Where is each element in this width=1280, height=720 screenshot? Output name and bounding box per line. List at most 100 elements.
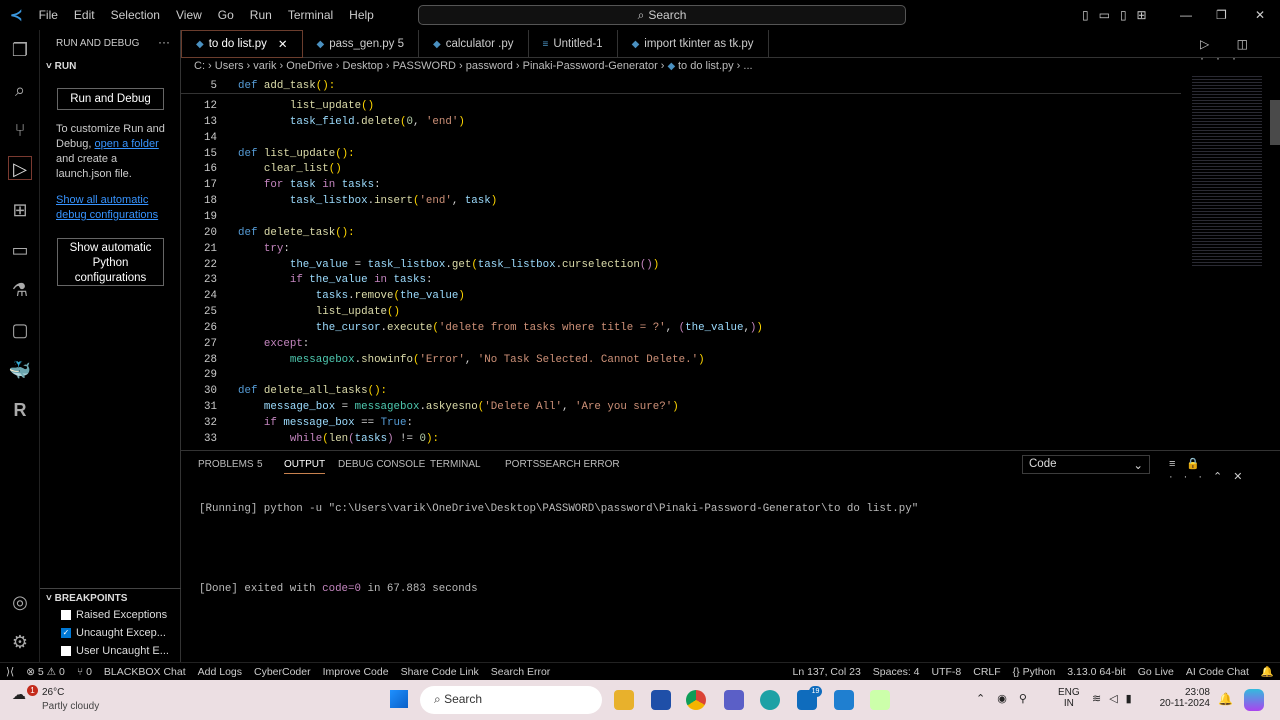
output-channel-select[interactable]: Code ⌄ xyxy=(1022,455,1150,474)
code-line[interactable]: 21 try: xyxy=(181,241,1181,257)
panel-tab-debug-console[interactable]: DEBUG CONSOLE xyxy=(338,459,425,470)
breadcrumb-path[interactable]: C: › Users › varik › OneDrive › Desktop … xyxy=(194,60,668,72)
status-item[interactable]: CyberCoder xyxy=(248,666,317,678)
code-line[interactable]: 16 clear_list() xyxy=(181,161,1181,177)
breadcrumb[interactable]: C: › Users › varik › OneDrive › Desktop … xyxy=(194,60,753,72)
system-tray-icons[interactable]: ⌃◉⚲ xyxy=(976,692,1039,705)
docker-icon[interactable]: 🐳 xyxy=(8,358,32,382)
chat-icon[interactable]: ▢ xyxy=(8,318,32,342)
tab-4[interactable]: ◆ import tkinter as tk.py xyxy=(618,30,769,58)
menu-selection[interactable]: Selection xyxy=(103,8,168,22)
close-tab-icon[interactable]: ✕ xyxy=(278,37,288,51)
code-line[interactable]: 19 xyxy=(181,209,1181,225)
panel-tab-ports[interactable]: PORTS xyxy=(505,459,539,470)
status-item[interactable]: Search Error xyxy=(485,666,557,678)
status-item[interactable]: Spaces: 4 xyxy=(867,666,926,678)
menu-file[interactable]: File xyxy=(31,8,66,22)
status-item[interactable]: Go Live xyxy=(1132,666,1180,678)
weather-desc[interactable]: Partly cloudy xyxy=(42,701,99,712)
run-file-button[interactable]: ▷ ◫ ··· xyxy=(1200,37,1280,65)
show-debug-configs-link[interactable]: Show all automatic debug configurations xyxy=(56,193,171,223)
menu-go[interactable]: Go xyxy=(210,8,242,22)
code-line[interactable]: 29 xyxy=(181,367,1181,383)
status-item[interactable]: 3.13.0 64-bit xyxy=(1061,666,1131,678)
sticky-scroll-line[interactable]: 5 def add_task(): xyxy=(181,78,1181,94)
breakpoints-header[interactable]: ˅ BREAKPOINTS xyxy=(46,593,127,604)
code-line[interactable]: 13 task_field.delete(0, 'end') xyxy=(181,114,1181,130)
settings-gear-icon[interactable]: ⚙ xyxy=(8,630,32,654)
minimap[interactable] xyxy=(1192,76,1262,266)
code-line[interactable]: 17 for task in tasks: xyxy=(181,177,1181,193)
code-line[interactable]: 25 list_update() xyxy=(181,304,1181,320)
status-item[interactable]: Add Logs xyxy=(192,666,248,678)
panel-tab-output[interactable]: OUTPUT xyxy=(284,459,326,474)
code-line[interactable]: 12 list_update() xyxy=(181,98,1181,114)
remote-icon[interactable]: ⟩⟨ xyxy=(0,666,20,678)
account-icon[interactable]: ◎ xyxy=(8,590,32,614)
r-icon[interactable]: R xyxy=(8,398,32,422)
code-line[interactable]: 22 the_value = task_listbox.get(task_lis… xyxy=(181,257,1181,273)
maximize-button[interactable]: ❐ xyxy=(1216,8,1227,22)
tab-1[interactable]: ◆ pass_gen.py 5 xyxy=(303,30,420,58)
panel-tab-terminal[interactable]: TERMINAL xyxy=(430,459,481,470)
breakpoint-checkbox[interactable] xyxy=(61,646,71,656)
explorer-icon[interactable]: ❐ xyxy=(8,38,32,62)
run-section-header[interactable]: ˅ RUN xyxy=(46,61,76,72)
show-python-configs-button[interactable]: Show automatic Python configurations xyxy=(57,238,164,286)
more-actions-icon[interactable]: ··· xyxy=(158,35,170,49)
code-line[interactable]: 24 tasks.remove(the_value) xyxy=(181,288,1181,304)
run-debug-icon[interactable]: ▷ xyxy=(8,156,32,180)
copilot-icon[interactable] xyxy=(1244,689,1264,711)
network-volume-battery-icons[interactable]: ≋◁▮ xyxy=(1092,692,1140,705)
status-item[interactable]: CRLF xyxy=(967,666,1006,678)
code-line[interactable]: 15 def list_update(): xyxy=(181,146,1181,162)
code-line[interactable]: 28 messagebox.showinfo('Error', 'No Task… xyxy=(181,352,1181,368)
menu-terminal[interactable]: Terminal xyxy=(280,8,341,22)
notifications-bell-icon[interactable]: 🔔 xyxy=(1255,665,1280,678)
status-item[interactable]: {} Python xyxy=(1007,666,1062,678)
status-item[interactable]: Ln 137, Col 23 xyxy=(786,666,866,678)
vscode-taskbar-icon[interactable] xyxy=(834,690,854,710)
code-line[interactable]: 23 if the_value in tasks: xyxy=(181,272,1181,288)
close-window-button[interactable]: ✕ xyxy=(1255,8,1265,22)
file-explorer-icon[interactable] xyxy=(614,690,634,710)
code-line[interactable]: 33 while(len(tasks) != 0): xyxy=(181,431,1181,447)
status-item[interactable]: ⊗ 5 ⚠ 0 xyxy=(20,666,71,678)
breakpoint-item[interactable]: User Uncaught E... xyxy=(61,645,169,657)
menu-help[interactable]: Help xyxy=(341,8,382,22)
editor-scrollbar[interactable] xyxy=(1270,100,1280,145)
code-line[interactable]: 27 except: xyxy=(181,336,1181,352)
search-icon[interactable]: ⌕ xyxy=(8,78,32,102)
code-line[interactable]: 30 def delete_all_tasks(): xyxy=(181,383,1181,399)
code-line[interactable]: 32 if message_box == True: xyxy=(181,415,1181,431)
store-icon[interactable] xyxy=(651,690,671,710)
status-item[interactable]: AI Code Chat xyxy=(1180,666,1255,678)
weather-temp[interactable]: 26°C xyxy=(42,687,64,698)
menu-view[interactable]: View xyxy=(168,8,210,22)
breakpoint-item[interactable]: ✓ Uncaught Excep... xyxy=(61,627,166,639)
panel-tab-problems[interactable]: PROBLEMS xyxy=(198,459,254,470)
status-item[interactable]: UTF-8 xyxy=(926,666,968,678)
breadcrumb-file[interactable]: to do list.py › ... xyxy=(678,60,753,72)
breakpoint-checkbox[interactable] xyxy=(61,610,71,620)
language-indicator[interactable]: ENG IN xyxy=(1058,687,1080,709)
panel-actions[interactable]: ≡🔒···⌃✕ xyxy=(1169,457,1280,483)
status-item[interactable]: Share Code Link xyxy=(395,666,485,678)
code-line[interactable]: 20 def delete_task(): xyxy=(181,225,1181,241)
code-line[interactable]: 14 xyxy=(181,130,1181,146)
windows-start-icon[interactable] xyxy=(390,690,408,708)
open-folder-link[interactable]: open a folder xyxy=(95,138,159,150)
command-search[interactable]: ⌕ Search xyxy=(418,5,906,25)
weather-icon[interactable]: ☁ xyxy=(12,686,26,703)
status-item[interactable]: BLACKBOX Chat xyxy=(98,666,192,678)
taskbar-search[interactable]: ⌕ Search xyxy=(420,686,602,714)
chrome-icon[interactable] xyxy=(686,690,706,710)
extensions-icon[interactable]: ⊞ xyxy=(8,198,32,222)
clock[interactable]: 23:08 20-11-2024 xyxy=(1150,687,1210,709)
source-control-icon[interactable]: ⑂ xyxy=(8,118,32,142)
code-line[interactable]: 26 the_cursor.execute('delete from tasks… xyxy=(181,320,1181,336)
breakpoint-checkbox[interactable]: ✓ xyxy=(61,628,71,638)
run-and-debug-button[interactable]: Run and Debug xyxy=(57,88,164,110)
minimize-button[interactable]: — xyxy=(1180,8,1192,22)
layout-icons[interactable]: ▯▭▯⊞ xyxy=(1082,8,1157,22)
